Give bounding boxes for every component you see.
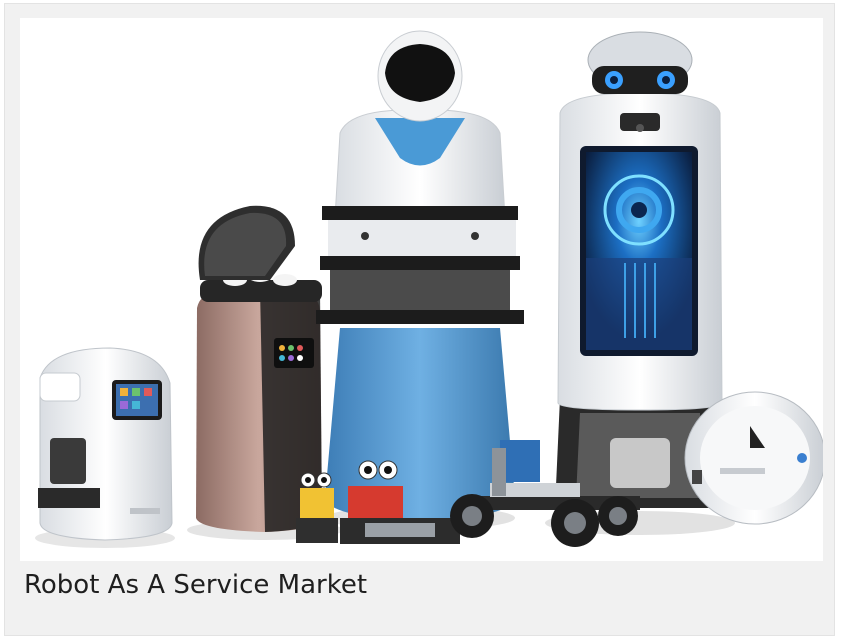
robot-product-photo [20, 18, 823, 561]
vacuum-robot [684, 391, 823, 525]
coffee-robot [35, 347, 175, 548]
image-card: Robot As A Service Market [4, 3, 835, 636]
image-caption: Robot As A Service Market [24, 570, 368, 600]
